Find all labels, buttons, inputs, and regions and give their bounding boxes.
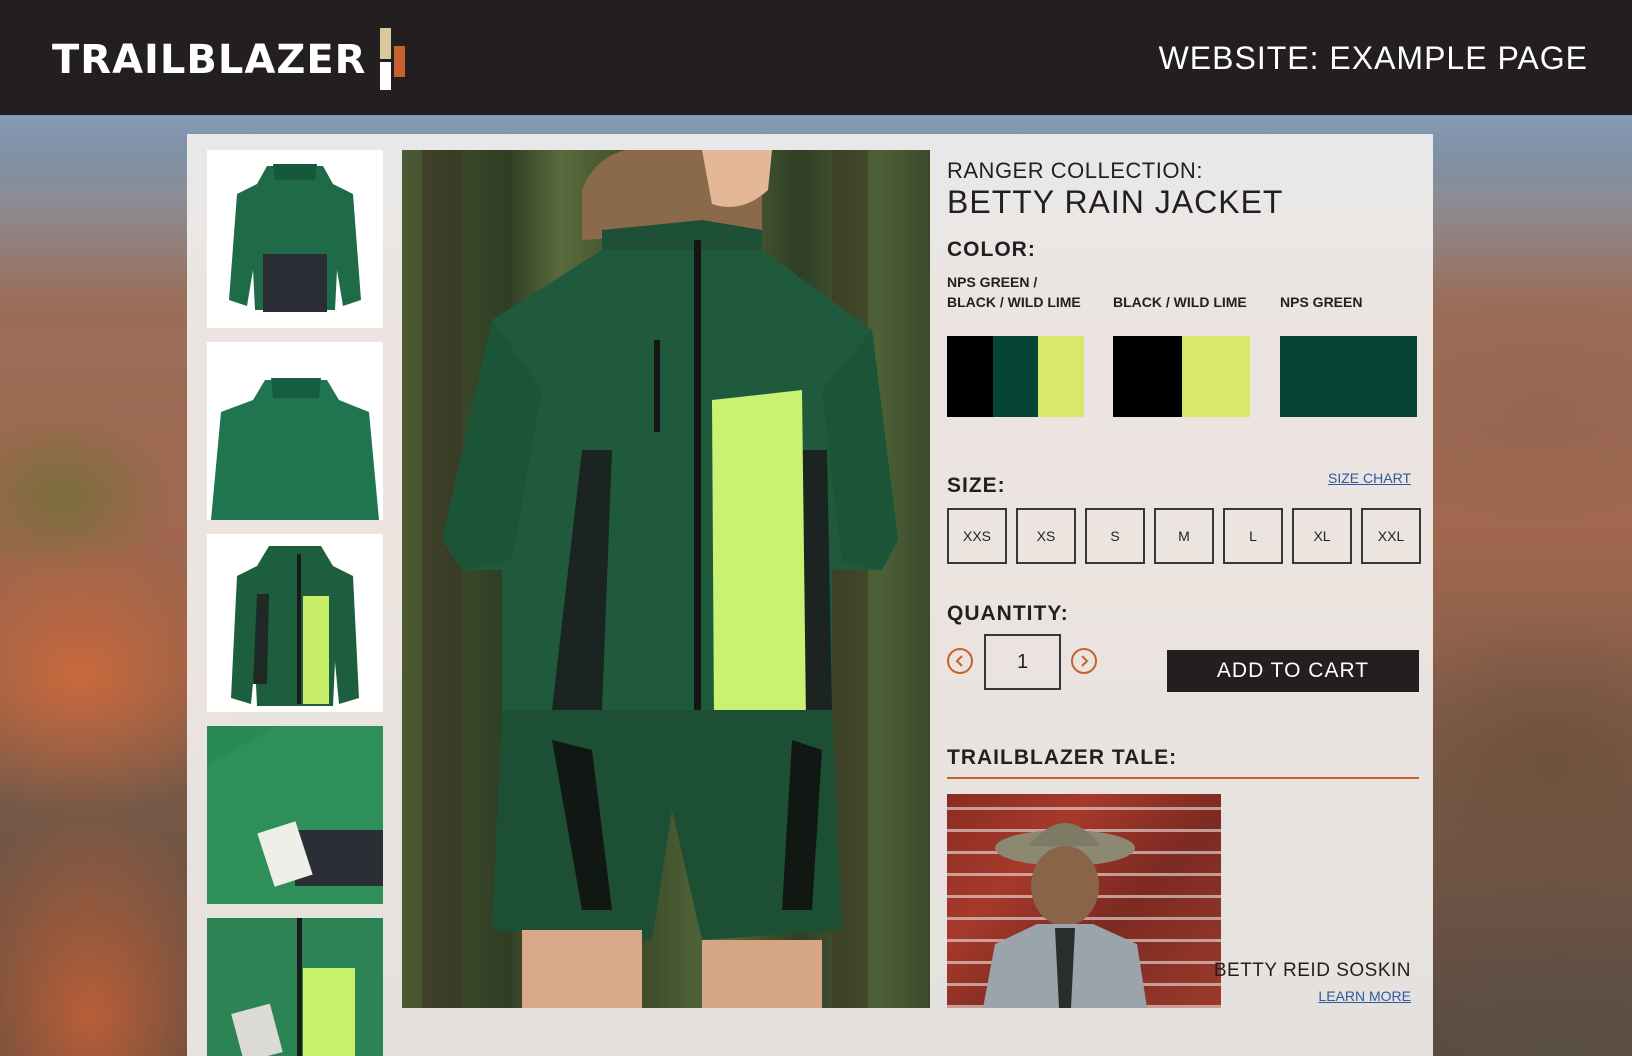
thumbnail-front-detail[interactable]	[207, 918, 383, 1056]
thumbnail-pocket-detail[interactable]	[207, 726, 383, 904]
size-option-xl[interactable]: XL	[1292, 508, 1352, 564]
size-selector: XXS XS S M L XL XXL	[947, 508, 1421, 564]
tale-divider	[947, 777, 1419, 779]
learn-more-link[interactable]: LEARN MORE	[1318, 988, 1411, 1004]
tale-person-name: BETTY REID SOSKIN	[1213, 960, 1411, 981]
color-swatch-black-wild-lime[interactable]	[1113, 336, 1250, 417]
chevron-right-icon[interactable]	[1071, 648, 1097, 674]
brand-name: TRAILBLAZER	[52, 37, 367, 83]
add-to-cart-button[interactable]: ADD TO CART	[1167, 650, 1419, 692]
size-option-l[interactable]: L	[1223, 508, 1283, 564]
swatch-band	[992, 336, 1039, 417]
thumbnail-back-detail[interactable]	[207, 342, 383, 520]
swatch-band	[1181, 336, 1250, 417]
color-swatch-nps-green-black-wild-lime[interactable]	[947, 336, 1085, 417]
brand-logo[interactable]: TRAILBLAZER	[52, 28, 410, 92]
tale-portrait-image[interactable]	[947, 794, 1221, 1008]
size-option-m[interactable]: M	[1154, 508, 1214, 564]
swatch-band	[1113, 336, 1182, 417]
quantity-label: QUANTITY:	[947, 602, 1069, 625]
size-option-xxl[interactable]: XXL	[1361, 508, 1421, 564]
size-option-xs[interactable]: XS	[1016, 508, 1076, 564]
product-main-image[interactable]	[402, 150, 930, 1008]
swatch-band	[1280, 336, 1417, 417]
trail-marker-icon	[376, 28, 410, 92]
swatch-band	[947, 336, 993, 417]
quantity-input[interactable]: 1	[984, 634, 1061, 690]
product-title: BETTY RAIN JACKET	[947, 184, 1284, 220]
chevron-left-icon[interactable]	[947, 648, 973, 674]
color-label: COLOR:	[947, 238, 1036, 261]
color-swatch-nps-green[interactable]	[1280, 336, 1417, 417]
size-label: SIZE:	[947, 474, 1006, 497]
swatch-label-2: BLACK / WILD LIME	[1113, 294, 1247, 310]
swatch-label-3: NPS GREEN	[1280, 294, 1363, 310]
collection-name: RANGER COLLECTION:	[947, 158, 1203, 183]
swatch-band	[1038, 336, 1085, 417]
page-label: WEBSITE: EXAMPLE PAGE	[1158, 40, 1588, 76]
size-chart-link[interactable]: SIZE CHART	[1328, 470, 1411, 486]
top-bar: TRAILBLAZER WEBSITE: EXAMPLE PAGE	[0, 0, 1632, 115]
size-option-xxs[interactable]: XXS	[947, 508, 1007, 564]
swatch-label-1: NPS GREEN / BLACK / WILD LIME	[947, 274, 1081, 310]
thumbnail-front-view[interactable]	[207, 534, 383, 712]
thumbnail-back-view[interactable]	[207, 150, 383, 328]
product-info: RANGER COLLECTION: BETTY RAIN JACKET COL…	[947, 134, 1421, 1034]
product-panel: RANGER COLLECTION: BETTY RAIN JACKET COL…	[187, 134, 1433, 1056]
size-option-s[interactable]: S	[1085, 508, 1145, 564]
tale-label: TRAILBLAZER TALE:	[947, 746, 1178, 769]
